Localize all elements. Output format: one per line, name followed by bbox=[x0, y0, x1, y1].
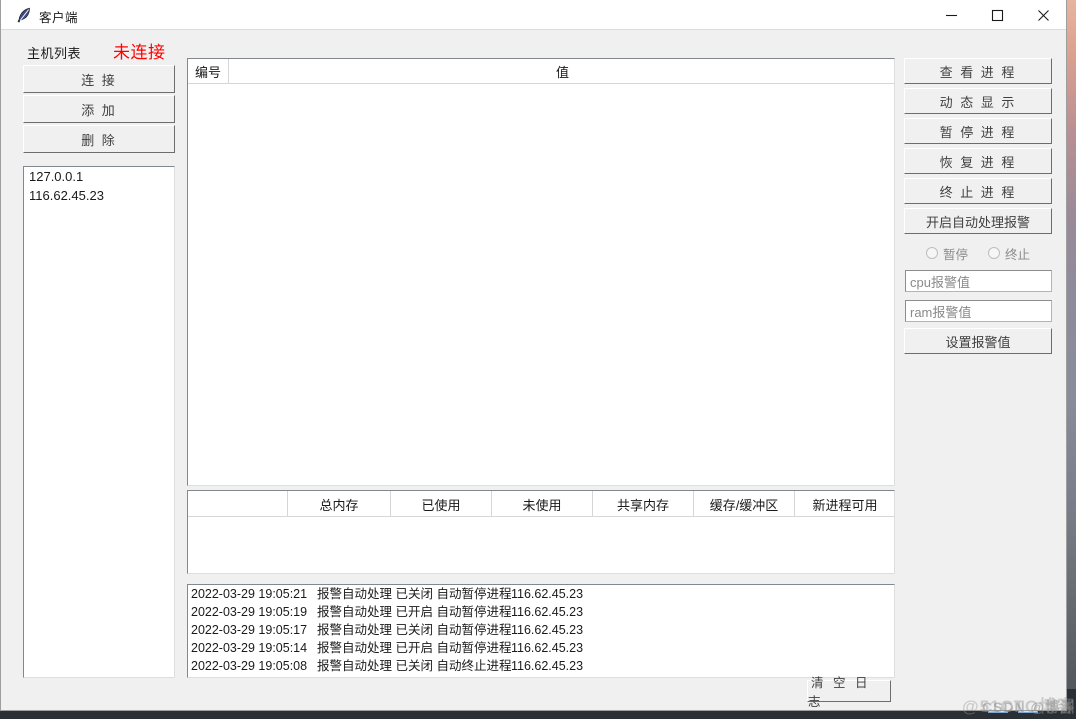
clear-log-button[interactable]: 清 空 日 志 bbox=[807, 676, 891, 709]
title-bar[interactable]: 客户端 bbox=[1, 0, 1066, 30]
memory-col-header-3[interactable]: 未使用 bbox=[492, 491, 593, 517]
set-alarm-value-button[interactable]: 设置报警值 bbox=[904, 328, 1052, 354]
log-listbox[interactable]: 2022-03-29 19:05:21 报警自动处理 已关闭 自动暂停进程116.… bbox=[187, 584, 895, 678]
window-title: 客户端 bbox=[39, 11, 79, 25]
enable-auto-alarm-button[interactable]: 开启自动处理报警 bbox=[904, 208, 1052, 234]
radio-circle-icon bbox=[988, 247, 1000, 259]
log-ip: 116.62.45.23 bbox=[511, 587, 584, 601]
log-row[interactable]: 2022-03-29 19:05:14 报警自动处理 已开启 自动暂停进程116.… bbox=[188, 639, 894, 657]
memory-col-header-1[interactable]: 总内存 bbox=[288, 491, 391, 517]
process-col-header-id[interactable]: 编号 bbox=[188, 59, 229, 84]
maximize-button[interactable] bbox=[974, 0, 1020, 30]
log-message: 报警自动处理 已关闭 自动暂停进程 bbox=[317, 623, 512, 637]
log-timestamp: 2022-03-29 19:05:08 bbox=[191, 659, 308, 673]
log-timestamp: 2022-03-29 19:05:19 bbox=[191, 605, 308, 619]
delete-host-button[interactable]: 删 除 bbox=[23, 125, 175, 153]
log-timestamp: 2022-03-29 19:05:21 bbox=[191, 587, 308, 601]
dynamic-display-button[interactable]: 动 态 显 示 bbox=[904, 88, 1052, 114]
host-list-item[interactable]: 127.0.0.1 bbox=[24, 167, 174, 186]
log-row[interactable]: 2022-03-29 19:05:21 报警自动处理 已关闭 自动暂停进程116.… bbox=[188, 585, 894, 603]
log-row[interactable]: 2022-03-29 19:05:17 报警自动处理 已关闭 自动暂停进程116.… bbox=[188, 621, 894, 639]
memory-col-header-6[interactable]: 新进程可用 bbox=[795, 491, 894, 517]
connect-button[interactable]: 连 接 bbox=[23, 65, 175, 93]
feather-icon bbox=[15, 6, 33, 24]
connection-status-label: 未连接 bbox=[113, 43, 166, 62]
log-ip: 116.62.45.23 bbox=[511, 623, 584, 637]
ram-alarm-placeholder: ram报警值 bbox=[910, 304, 972, 320]
cpu-alarm-input[interactable]: cpu报警值 bbox=[905, 270, 1052, 292]
stop-process-button[interactable]: 终 止 进 程 bbox=[904, 178, 1052, 204]
process-table[interactable]: 编号 值 bbox=[187, 58, 895, 486]
log-ip: 116.62.45.23 bbox=[511, 641, 584, 655]
pause-process-button[interactable]: 暂 停 进 程 bbox=[904, 118, 1052, 144]
view-process-button[interactable]: 查 看 进 程 bbox=[904, 58, 1052, 84]
cpu-alarm-placeholder: cpu报警值 bbox=[910, 274, 970, 290]
process-col-header-value[interactable]: 值 bbox=[229, 59, 894, 84]
log-ip: 116.62.45.23 bbox=[511, 605, 584, 619]
memory-table-header: 总内存 已使用 未使用 共享内存 缓存/缓冲区 新进程可用 bbox=[188, 491, 894, 517]
radio-pause[interactable]: 暂停 bbox=[926, 243, 968, 263]
log-timestamp: 2022-03-29 19:05:14 bbox=[191, 641, 308, 655]
log-message: 报警自动处理 已开启 自动暂停进程 bbox=[317, 641, 512, 655]
application-window: 客户端 主机列表 未连接 连 接 添 加 删 除 127.0.0.1 116.62… bbox=[0, 0, 1067, 711]
ram-alarm-input[interactable]: ram报警值 bbox=[905, 300, 1052, 322]
close-button[interactable] bbox=[1020, 0, 1066, 30]
minimize-icon bbox=[945, 14, 957, 16]
close-icon bbox=[1037, 9, 1049, 21]
radio-stop[interactable]: 终止 bbox=[988, 243, 1030, 263]
process-table-header: 编号 值 bbox=[188, 59, 894, 84]
memory-col-header-5[interactable]: 缓存/缓冲区 bbox=[694, 491, 795, 517]
log-ip: 116.62.45.23 bbox=[511, 659, 584, 673]
log-row[interactable]: 2022-03-29 19:05:19 报警自动处理 已开启 自动暂停进程116.… bbox=[188, 603, 894, 621]
host-list-label: 主机列表 bbox=[27, 46, 82, 61]
maximize-icon bbox=[991, 9, 1003, 21]
log-row[interactable]: 2022-03-29 19:05:08 报警自动处理 已关闭 自动终止进程116.… bbox=[188, 657, 894, 675]
memory-col-header-2[interactable]: 已使用 bbox=[391, 491, 492, 517]
radio-stop-label: 终止 bbox=[1005, 247, 1031, 262]
log-message: 报警自动处理 已关闭 自动暂停进程 bbox=[317, 587, 512, 601]
memory-col-header-4[interactable]: 共享内存 bbox=[593, 491, 694, 517]
log-message: 报警自动处理 已开启 自动暂停进程 bbox=[317, 605, 512, 619]
log-message: 报警自动处理 已关闭 自动终止进程 bbox=[317, 659, 512, 673]
auto-alarm-action-radio-group: 暂停 终止 bbox=[904, 243, 1052, 263]
log-timestamp: 2022-03-29 19:05:17 bbox=[191, 623, 308, 637]
memory-col-header-0[interactable] bbox=[188, 491, 288, 517]
memory-table[interactable]: 总内存 已使用 未使用 共享内存 缓存/缓冲区 新进程可用 bbox=[187, 490, 895, 574]
host-list-item[interactable]: 116.62.45.23 bbox=[24, 186, 174, 205]
radio-circle-icon bbox=[926, 247, 938, 259]
add-host-button[interactable]: 添 加 bbox=[23, 95, 175, 123]
host-listbox[interactable]: 127.0.0.1 116.62.45.23 bbox=[23, 166, 175, 678]
minimize-button[interactable] bbox=[928, 0, 974, 30]
radio-pause-label: 暂停 bbox=[943, 247, 969, 262]
resume-process-button[interactable]: 恢 复 进 程 bbox=[904, 148, 1052, 174]
